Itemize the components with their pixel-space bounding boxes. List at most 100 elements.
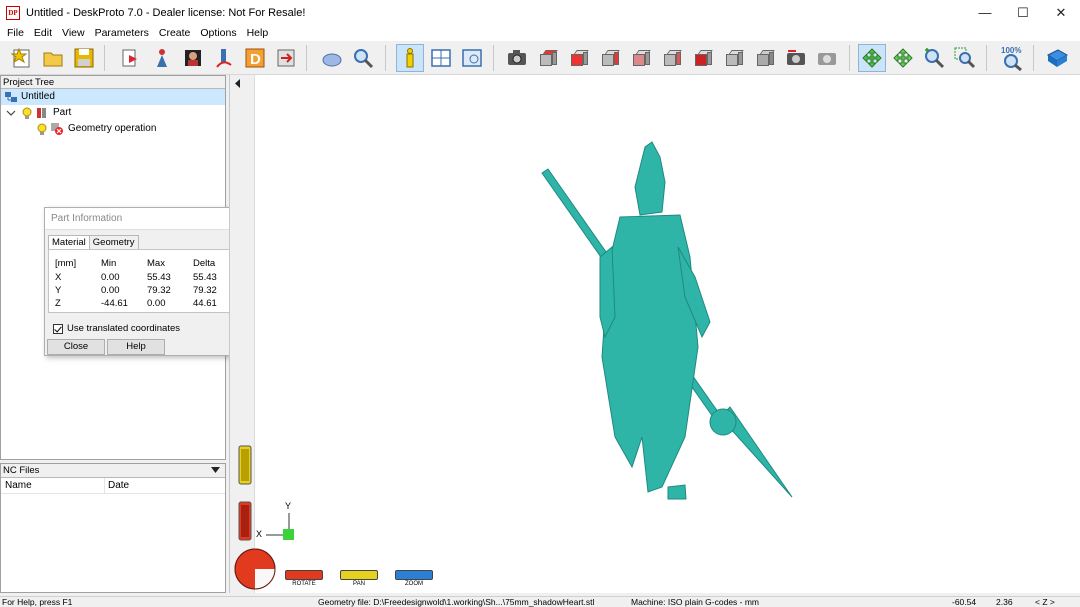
- tree-item-part-label: Part: [53, 107, 72, 118]
- zoom-100-button[interactable]: 100%: [998, 44, 1026, 72]
- nc-files-header: NC Files: [1, 464, 225, 478]
- lightbulb-icon[interactable]: [21, 107, 33, 119]
- view-top-button[interactable]: [534, 44, 562, 72]
- title-bar: DP Untitled - DeskProto 7.0 - Dealer lic…: [0, 0, 1080, 25]
- bitmap-button[interactable]: [179, 44, 207, 72]
- zoom-100-label: 100%: [1001, 46, 1021, 55]
- menu-view[interactable]: View: [57, 25, 90, 41]
- cube-left-icon: [662, 48, 682, 68]
- maximize-button[interactable]: ☐: [1004, 0, 1042, 25]
- part-info-title: Part Information: [51, 213, 123, 224]
- tree-item-project-label: Untitled: [21, 91, 55, 102]
- row-z-axis: Z: [55, 298, 61, 309]
- rotate-dial-icon[interactable]: [233, 547, 277, 591]
- view-front-button[interactable]: [565, 44, 593, 72]
- info-icon: [406, 48, 414, 68]
- new-star-icon: [11, 47, 30, 68]
- zoom-plus-icon: [925, 48, 945, 69]
- import-part-button[interactable]: [117, 44, 145, 72]
- collapse-left-icon[interactable]: [234, 79, 241, 88]
- rotate-bar-icon[interactable]: [285, 570, 323, 580]
- part-info-button[interactable]: [396, 44, 424, 72]
- pan-arrows-icon: [893, 48, 913, 68]
- pan-control[interactable]: PAN: [340, 570, 378, 588]
- row-x-delta: 55.43: [193, 272, 217, 283]
- import-part-icon: [122, 49, 137, 67]
- dropdown-arrow-icon[interactable]: [211, 467, 220, 474]
- view-iso-alt-button[interactable]: [751, 44, 779, 72]
- window-view-button[interactable]: [458, 44, 486, 72]
- red-slider-icon[interactable]: [238, 501, 252, 541]
- pan-bar-icon[interactable]: [340, 570, 378, 580]
- zoom-bar-icon[interactable]: [395, 570, 433, 580]
- close-button[interactable]: ✕: [1042, 0, 1080, 25]
- part-info-help-button[interactable]: Help: [107, 339, 165, 355]
- minimize-button[interactable]: —: [966, 0, 1004, 25]
- tab-material[interactable]: Material: [48, 235, 90, 250]
- view-iso-button[interactable]: [720, 44, 748, 72]
- new-project-button[interactable]: [8, 44, 36, 72]
- view-bottom-button[interactable]: [689, 44, 717, 72]
- part-button[interactable]: [148, 44, 176, 72]
- layout-button[interactable]: [427, 44, 455, 72]
- menu-edit[interactable]: Edit: [29, 25, 57, 41]
- camera-gray-icon: [818, 53, 836, 65]
- zoom-window-button[interactable]: [951, 44, 979, 72]
- previous-view-button[interactable]: [782, 44, 810, 72]
- menu-file[interactable]: File: [2, 25, 29, 41]
- row-y-max: 79.32: [147, 285, 171, 296]
- col-delta: Delta: [193, 258, 216, 269]
- tree-item-project[interactable]: Untitled: [1, 89, 225, 105]
- main-toolbar: D 100%: [0, 41, 1080, 75]
- save-nc-button[interactable]: [272, 44, 300, 72]
- tree-item-part[interactable]: Part: [1, 105, 225, 121]
- menu-parameters[interactable]: Parameters: [90, 25, 154, 41]
- zoom-control[interactable]: ZOOM: [395, 570, 433, 588]
- view-left-button[interactable]: [658, 44, 686, 72]
- pan-mode-button[interactable]: [889, 44, 917, 72]
- yellow-slider-icon[interactable]: [238, 445, 252, 485]
- next-view-button[interactable]: [813, 44, 841, 72]
- tab-geometry[interactable]: Geometry: [88, 235, 139, 249]
- column-date[interactable]: Date: [108, 478, 129, 494]
- status-bar: For Help, press F1 Geometry file: D:\Fre…: [0, 596, 1080, 607]
- 3d-viewport[interactable]: Y X ROTATE PAN ZOOM: [229, 75, 1080, 593]
- collapse-chevron-icon[interactable]: [5, 107, 17, 119]
- manual-button[interactable]: [1043, 44, 1071, 72]
- view-back-button[interactable]: [627, 44, 655, 72]
- row-x-min: 0.00: [101, 272, 120, 283]
- rotate-mode-button[interactable]: [858, 44, 886, 72]
- part-info-close-button[interactable]: Close: [47, 339, 105, 355]
- menu-help[interactable]: Help: [242, 25, 274, 41]
- column-name[interactable]: Name: [5, 478, 32, 494]
- status-coord-y: 2.36: [996, 597, 1013, 607]
- translated-coordinates-checkbox[interactable]: Use translated coordinates: [53, 323, 180, 334]
- portrait-bitmap-icon: [185, 50, 201, 66]
- part-info-title-bar[interactable]: Part Information: [45, 208, 244, 230]
- view-right-button[interactable]: [596, 44, 624, 72]
- vector-button[interactable]: [210, 44, 238, 72]
- folder-icon: [43, 52, 63, 67]
- rotate-control[interactable]: ROTATE: [285, 570, 323, 588]
- preview-button[interactable]: [349, 44, 377, 72]
- app-logo-icon: DP: [6, 5, 20, 20]
- drawing-button[interactable]: D: [241, 44, 269, 72]
- save-button[interactable]: [70, 44, 98, 72]
- 3d-model-figure: [541, 141, 793, 500]
- cube-iso-icon: [724, 48, 744, 68]
- checkbox-checked-icon[interactable]: [53, 323, 63, 334]
- menu-create[interactable]: Create: [154, 25, 196, 41]
- lightbulb-icon[interactable]: [36, 123, 48, 135]
- open-button[interactable]: [39, 44, 67, 72]
- row-y-axis: Y: [55, 285, 62, 296]
- camera-view-button[interactable]: [503, 44, 531, 72]
- part-info-table: [mm] Min Max Delta X 0.00 55.43 55.43 Y …: [48, 249, 242, 313]
- cube-bottom-icon: [693, 48, 713, 68]
- zoom-mode-button[interactable]: [920, 44, 948, 72]
- row-z-max: 0.00: [147, 298, 166, 309]
- tree-item-operation[interactable]: Geometry operation: [1, 121, 225, 137]
- export-icon: [277, 49, 295, 67]
- simulation-button[interactable]: [318, 44, 346, 72]
- menu-options[interactable]: Options: [195, 25, 241, 41]
- nc-files-columns: Name Date: [1, 478, 225, 494]
